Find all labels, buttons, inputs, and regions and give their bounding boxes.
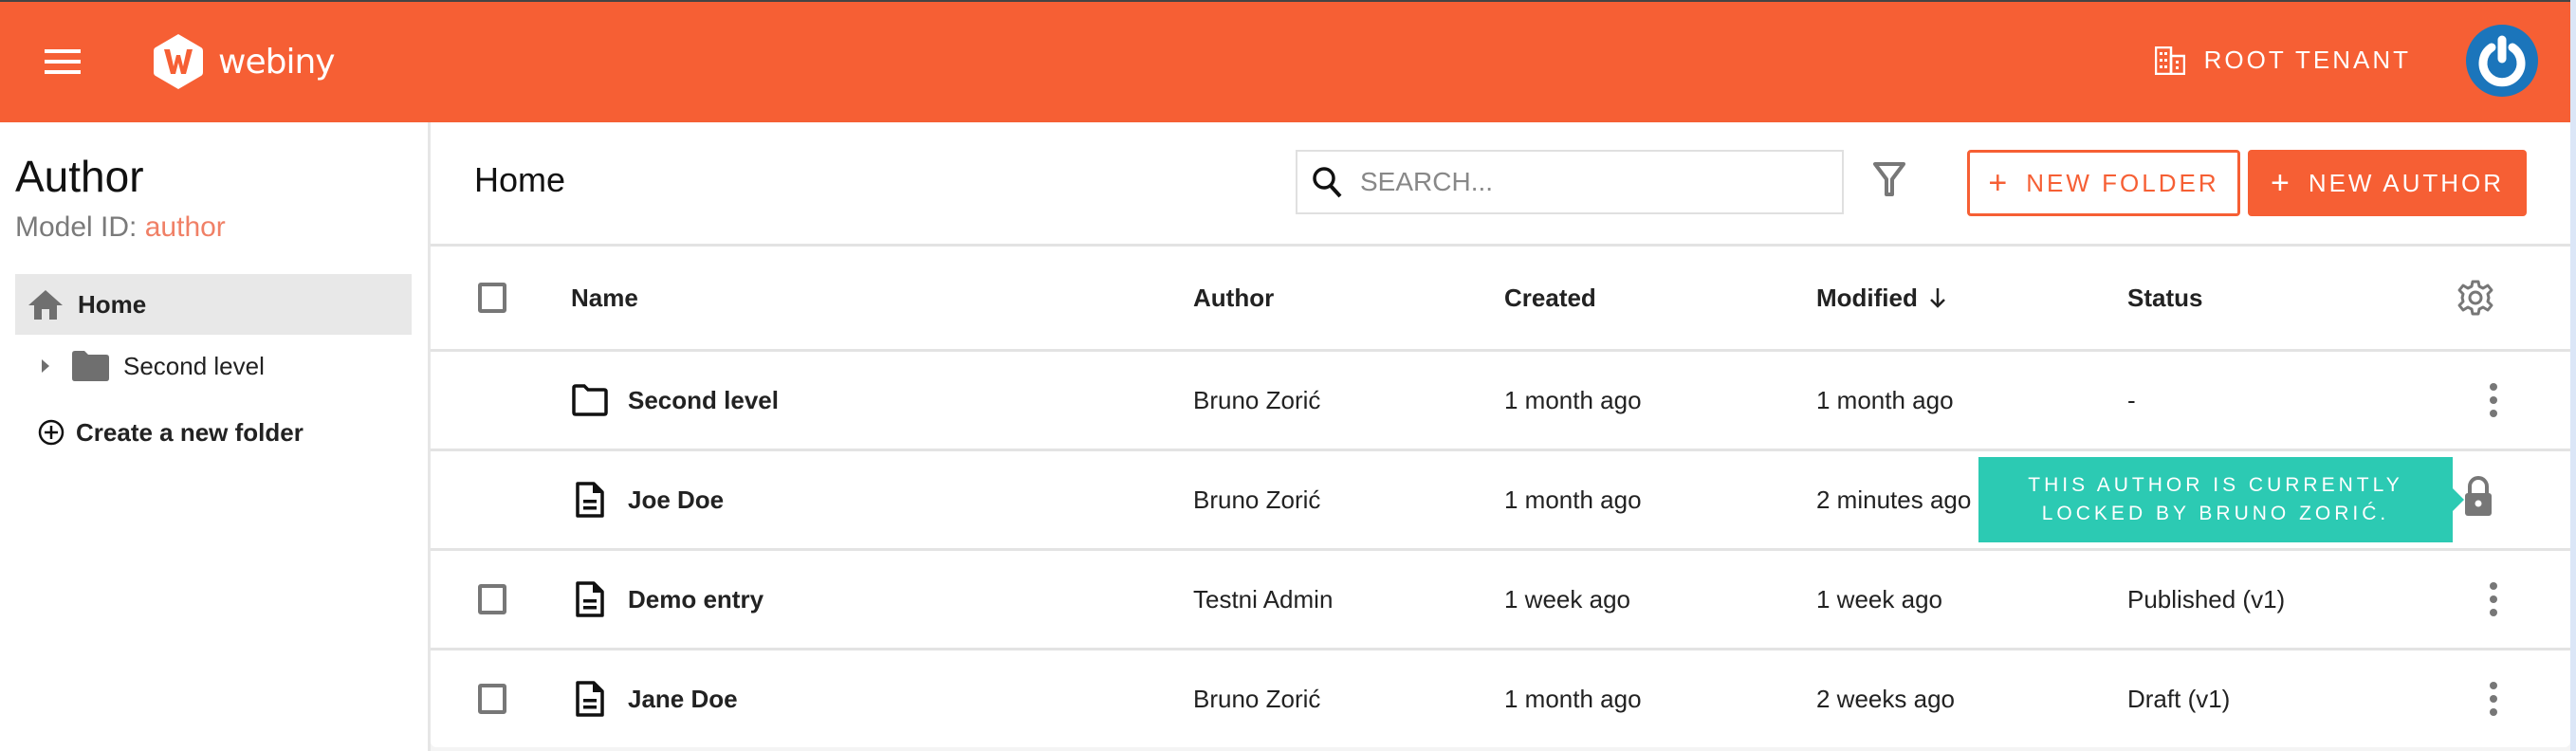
- table-row[interactable]: Second level Bruno Zorić 1 month ago 1 m…: [431, 352, 2570, 451]
- row-created: 1 month ago: [1504, 684, 1642, 713]
- lock-tooltip-line-2: LOCKED BY BRUNO ZORIĆ.: [2041, 503, 2390, 524]
- column-header-name[interactable]: Name: [571, 247, 638, 349]
- row-name[interactable]: Joe Doe: [628, 485, 724, 515]
- lock-tooltip-line-1: THIS AUTHOR IS CURRENTLY: [2028, 474, 2403, 496]
- model-title: Author: [15, 152, 144, 201]
- plus-icon: +: [2270, 164, 2290, 201]
- logo-hex-icon: [154, 34, 203, 89]
- tenant-selector[interactable]: ROOT TENANT: [2154, 46, 2411, 75]
- power-icon: [2478, 35, 2526, 87]
- model-id: Model ID: author: [15, 211, 226, 244]
- column-header-modified[interactable]: Modified: [1816, 247, 1946, 349]
- table-row[interactable]: Joe Doe Bruno Zorić 1 month ago 2 minute…: [431, 451, 2570, 551]
- new-folder-button[interactable]: + NEW FOLDER: [1967, 150, 2240, 216]
- more-options-icon[interactable]: [2489, 380, 2498, 420]
- row-status: -: [2127, 385, 2136, 414]
- file-icon: [576, 681, 604, 717]
- row-created: 1 month ago: [1504, 485, 1642, 514]
- row-name[interactable]: Second level: [628, 386, 779, 415]
- tree-item-label: Home: [78, 289, 147, 319]
- building-icon: [2154, 46, 2185, 75]
- search-input[interactable]: [1358, 166, 1817, 198]
- row-status: Draft (v1): [2127, 684, 2231, 713]
- row-created: 1 month ago: [1504, 385, 1642, 414]
- right-edge-strip: [2570, 0, 2576, 751]
- row-modified: 1 week ago: [1816, 584, 1942, 614]
- tree-item-home[interactable]: Home: [15, 274, 412, 335]
- column-settings-button[interactable]: [2456, 247, 2494, 349]
- model-id-value: author: [144, 211, 226, 243]
- main-content: Home + NEW FOLDER + NEW AUTHOR Name Auth…: [431, 122, 2570, 751]
- model-id-label: Model ID:: [15, 211, 138, 243]
- search-icon: [1313, 167, 1342, 198]
- entries-table: Name Author Created Modified Status Seco…: [431, 247, 2570, 747]
- new-folder-label: NEW FOLDER: [2026, 168, 2219, 197]
- create-folder-label: Create a new folder: [76, 417, 304, 447]
- file-icon: [576, 581, 604, 617]
- row-checkbox[interactable]: [478, 584, 506, 614]
- add-circle-icon: [38, 419, 64, 446]
- column-header-status[interactable]: Status: [2127, 247, 2202, 349]
- folder-icon: [72, 351, 109, 381]
- filter-icon: [1873, 162, 1905, 196]
- page-title: Home: [474, 160, 566, 199]
- lock-icon[interactable]: [2462, 476, 2494, 518]
- new-author-label: NEW AUTHOR: [2308, 168, 2505, 197]
- create-folder-link[interactable]: Create a new folder: [38, 403, 304, 462]
- search-box[interactable]: [1296, 150, 1844, 214]
- home-icon: [28, 290, 63, 320]
- tenant-label: ROOT TENANT: [2203, 46, 2411, 74]
- column-header-created[interactable]: Created: [1504, 247, 1596, 349]
- row-author: Bruno Zorić: [1193, 385, 1321, 414]
- new-author-button[interactable]: + NEW AUTHOR: [2248, 150, 2527, 216]
- row-author: Bruno Zorić: [1193, 485, 1321, 514]
- tree-item-second-level[interactable]: Second level: [15, 337, 412, 395]
- table-row[interactable]: Jane Doe Bruno Zorić 1 month ago 2 weeks…: [431, 650, 2570, 747]
- plus-icon: +: [1988, 164, 2008, 201]
- brand-name: webiny: [218, 42, 336, 82]
- lock-tooltip: THIS AUTHOR IS CURRENTLY LOCKED BY BRUNO…: [1978, 457, 2464, 542]
- menu-icon[interactable]: [45, 49, 81, 76]
- select-all-checkbox[interactable]: [478, 283, 506, 313]
- gear-icon: [2457, 280, 2493, 316]
- arrow-down-icon: [1929, 288, 1945, 308]
- column-header-author[interactable]: Author: [1193, 247, 1274, 349]
- tree-item-label: Second level: [123, 351, 265, 380]
- row-checkbox[interactable]: [478, 684, 506, 714]
- sidebar: Author Model ID: author Home Second leve…: [0, 122, 431, 751]
- row-author: Testni Admin: [1193, 584, 1334, 614]
- more-options-icon[interactable]: [2489, 679, 2498, 719]
- row-modified: 2 weeks ago: [1816, 684, 1955, 713]
- row-modified: 1 month ago: [1816, 385, 1954, 414]
- app-bar: webiny ROOT TENANT: [0, 2, 2570, 122]
- main-header: Home + NEW FOLDER + NEW AUTHOR: [431, 122, 2570, 247]
- more-options-icon[interactable]: [2489, 579, 2498, 619]
- row-created: 1 week ago: [1504, 584, 1630, 614]
- column-header-modified-label: Modified: [1816, 283, 1918, 312]
- row-status: Published (v1): [2127, 584, 2286, 614]
- folder-outline-icon: [572, 384, 608, 416]
- row-modified: 2 minutes ago: [1816, 485, 1972, 514]
- webiny-logo[interactable]: webiny: [152, 32, 336, 91]
- row-name[interactable]: Demo entry: [628, 585, 764, 614]
- user-avatar[interactable]: [2466, 25, 2538, 97]
- table-header-row: Name Author Created Modified Status: [431, 247, 2570, 352]
- table-row[interactable]: Demo entry Testni Admin 1 week ago 1 wee…: [431, 551, 2570, 650]
- row-name[interactable]: Jane Doe: [628, 685, 738, 714]
- caret-right-icon[interactable]: [40, 358, 51, 374]
- filter-button[interactable]: [1872, 160, 1906, 203]
- row-author: Bruno Zorić: [1193, 684, 1321, 713]
- file-icon: [576, 482, 604, 518]
